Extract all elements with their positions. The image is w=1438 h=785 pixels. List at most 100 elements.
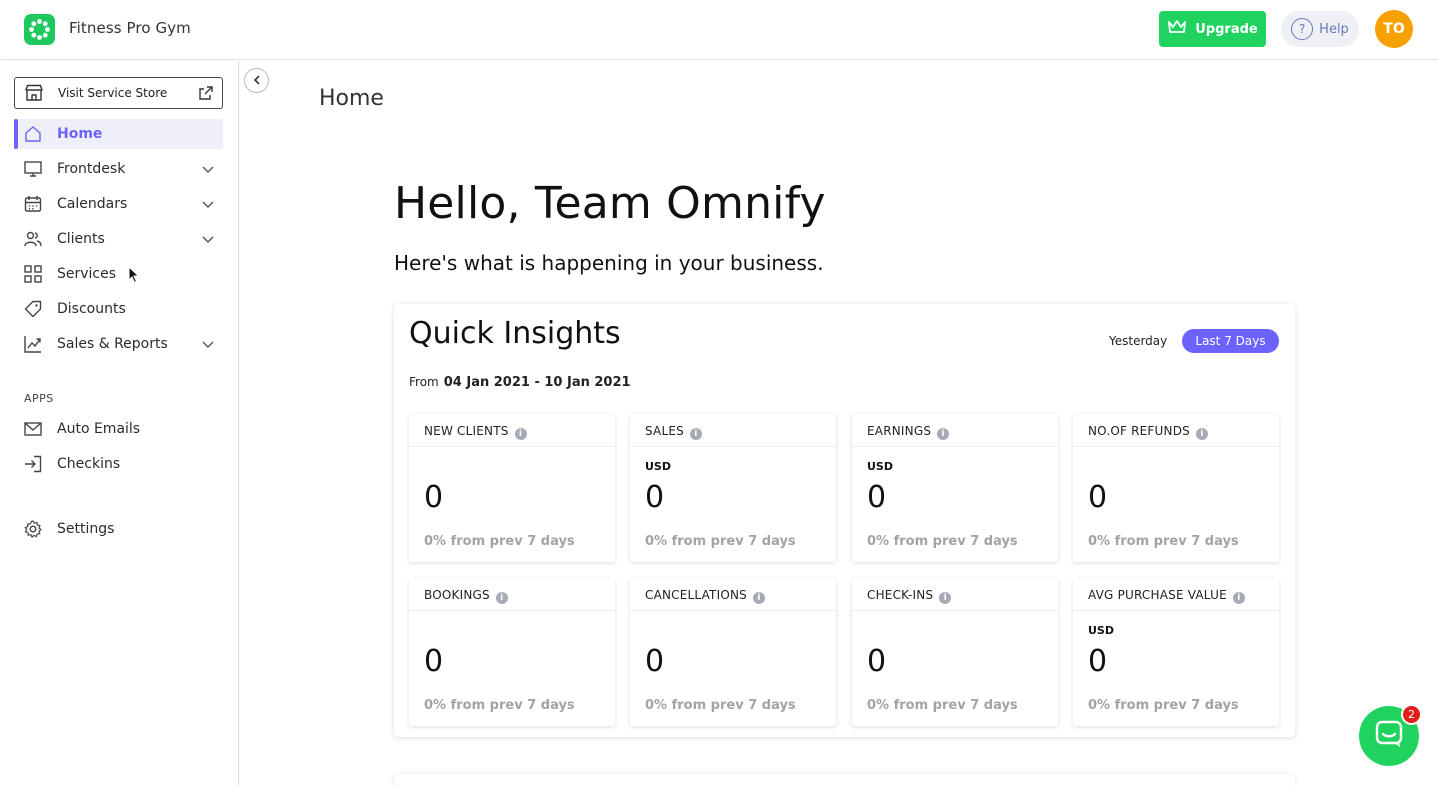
chevron-down-icon (201, 197, 215, 215)
metric-card-earnings: EARNINGS i USD 0 0% from prev 7 days (852, 414, 1058, 562)
sidebar-item-label: Frontdesk (57, 161, 126, 177)
metric-card-cancellations: CANCELLATIONS i 0 0% from prev 7 days (630, 578, 836, 726)
home-icon (24, 125, 42, 143)
metric-value: 0 (867, 480, 887, 515)
metric-value: 0 (424, 644, 444, 679)
chat-icon (1374, 719, 1404, 753)
sidebar-item-auto-emails[interactable]: Auto Emails (14, 414, 223, 444)
sidebar-item-label: Checkins (57, 456, 121, 472)
sidebar-item-settings[interactable]: Settings (14, 514, 223, 544)
metric-label: SALES (645, 424, 684, 438)
help-button[interactable]: ? Help (1281, 11, 1359, 47)
sidebar-item-label: Services (57, 266, 117, 282)
sidebar-item-label: Auto Emails (57, 421, 141, 437)
quick-insights-card: Quick Insights Yesterday Last 7 Days Fro… (394, 304, 1295, 737)
metric-label: NEW CLIENTS (424, 424, 509, 438)
sidebar-item-label: Discounts (57, 301, 126, 317)
metric-delta: 0% from prev 7 days (645, 698, 796, 713)
sidebar-item-checkins[interactable]: Checkins (14, 449, 223, 479)
metric-value: 0 (1088, 480, 1108, 515)
metric-card-avg-purchase-value: AVG PURCHASE VALUE i USD 0 0% from prev 7… (1073, 578, 1279, 726)
metric-card-bookings: BOOKINGS i 0 0% from prev 7 days (409, 578, 615, 726)
metric-value: 0 (867, 644, 887, 679)
brand-name: Fitness Pro Gym (69, 19, 191, 37)
metric-card-refunds: NO.OF REFUNDS i 0 0% from prev 7 days (1073, 414, 1279, 562)
metric-label: AVG PURCHASE VALUE (1088, 588, 1227, 602)
sidebar-item-home[interactable]: Home (14, 119, 223, 149)
metric-value: 0 (645, 480, 665, 515)
metric-card-new-clients: NEW CLIENTS i 0 0% from prev 7 days (409, 414, 615, 562)
store-icon (24, 84, 44, 105)
metric-delta: 0% from prev 7 days (424, 698, 575, 713)
metric-card-check-ins: CHECK-INS i 0 0% from prev 7 days (852, 578, 1058, 726)
info-icon[interactable]: i (937, 428, 950, 440)
date-range-value: 04 Jan 2021 - 10 Jan 2021 (443, 375, 631, 390)
sidebar-item-label: Home (57, 126, 103, 142)
info-icon[interactable]: i (939, 592, 952, 604)
period-last-7-days-button[interactable]: Last 7 Days (1182, 329, 1279, 353)
sign-in-icon (24, 455, 42, 473)
date-range-prefix: From (409, 375, 439, 389)
date-range: From 04 Jan 2021 - 10 Jan 2021 (409, 375, 631, 390)
upgrade-button[interactable]: Upgrade (1159, 11, 1266, 47)
visit-service-store-button[interactable]: Visit Service Store (14, 77, 223, 109)
crown-icon (1167, 19, 1187, 39)
chevron-down-icon (201, 337, 215, 355)
metric-label: EARNINGS (867, 424, 932, 438)
quick-insights-title: Quick Insights (409, 316, 621, 351)
sidebar-item-discounts[interactable]: Discounts (14, 294, 223, 324)
monitor-icon (24, 160, 42, 178)
upgrade-label: Upgrade (1195, 21, 1258, 37)
metric-card-sales: SALES i USD 0 0% from prev 7 days (630, 414, 836, 562)
info-icon[interactable]: i (514, 428, 527, 440)
chevron-down-icon (201, 162, 215, 180)
info-icon[interactable]: i (689, 428, 702, 440)
chat-notification-badge: 2 (1401, 704, 1422, 725)
metric-value: 0 (1088, 644, 1108, 679)
sidebar-item-sales-reports[interactable]: Sales & Reports (14, 329, 223, 359)
metric-delta: 0% from prev 7 days (1088, 698, 1239, 713)
metric-value: 0 (645, 644, 665, 679)
metric-value: 0 (424, 480, 444, 515)
collapse-sidebar-button[interactable] (244, 68, 269, 93)
metric-delta: 0% from prev 7 days (867, 534, 1018, 549)
sidebar: Visit Service Store Home Frontdesk Calen… (0, 61, 239, 785)
info-icon[interactable]: i (495, 592, 508, 604)
external-link-icon (198, 85, 214, 104)
question-icon: ? (1291, 18, 1314, 40)
metric-unit: USD (1088, 624, 1114, 637)
grid-icon (24, 265, 42, 283)
sidebar-item-frontdesk[interactable]: Frontdesk (14, 154, 223, 184)
info-icon[interactable]: i (1232, 592, 1245, 604)
info-icon[interactable]: i (752, 592, 765, 604)
metric-delta: 0% from prev 7 days (424, 534, 575, 549)
sidebar-item-clients[interactable]: Clients (14, 224, 223, 254)
page-title: Home (319, 86, 384, 111)
period-yesterday-button[interactable]: Yesterday (1109, 334, 1167, 348)
visit-service-store-label: Visit Service Store (58, 86, 168, 100)
greeting-subtitle: Here's what is happening in your busines… (394, 251, 824, 275)
users-icon (24, 230, 42, 248)
sidebar-item-services[interactable]: Services (14, 259, 223, 289)
apps-section-label: APPS (24, 392, 54, 405)
avatar[interactable]: TO (1375, 10, 1413, 48)
greeting-heading: Hello, Team Omnify (394, 178, 826, 229)
calendar-icon (24, 195, 42, 213)
info-icon[interactable]: i (1195, 428, 1208, 440)
sidebar-item-label: Settings (57, 521, 115, 537)
sidebar-item-label: Sales & Reports (57, 336, 168, 352)
metric-delta: 0% from prev 7 days (1088, 534, 1239, 549)
sidebar-item-calendars[interactable]: Calendars (14, 189, 223, 219)
metric-delta: 0% from prev 7 days (867, 698, 1018, 713)
sidebar-item-label: Calendars (57, 196, 128, 212)
help-label: Help (1319, 21, 1349, 37)
mail-icon (24, 420, 42, 438)
gear-icon (24, 520, 42, 538)
chart-icon (24, 335, 42, 353)
metric-unit: USD (867, 460, 893, 473)
top-bar: Fitness Pro Gym Upgrade ? Help TO (0, 0, 1438, 60)
metric-label: CANCELLATIONS (645, 588, 747, 602)
brand-logo-icon[interactable] (24, 14, 55, 45)
metric-label: CHECK-INS (867, 588, 934, 602)
sidebar-item-label: Clients (57, 231, 105, 247)
